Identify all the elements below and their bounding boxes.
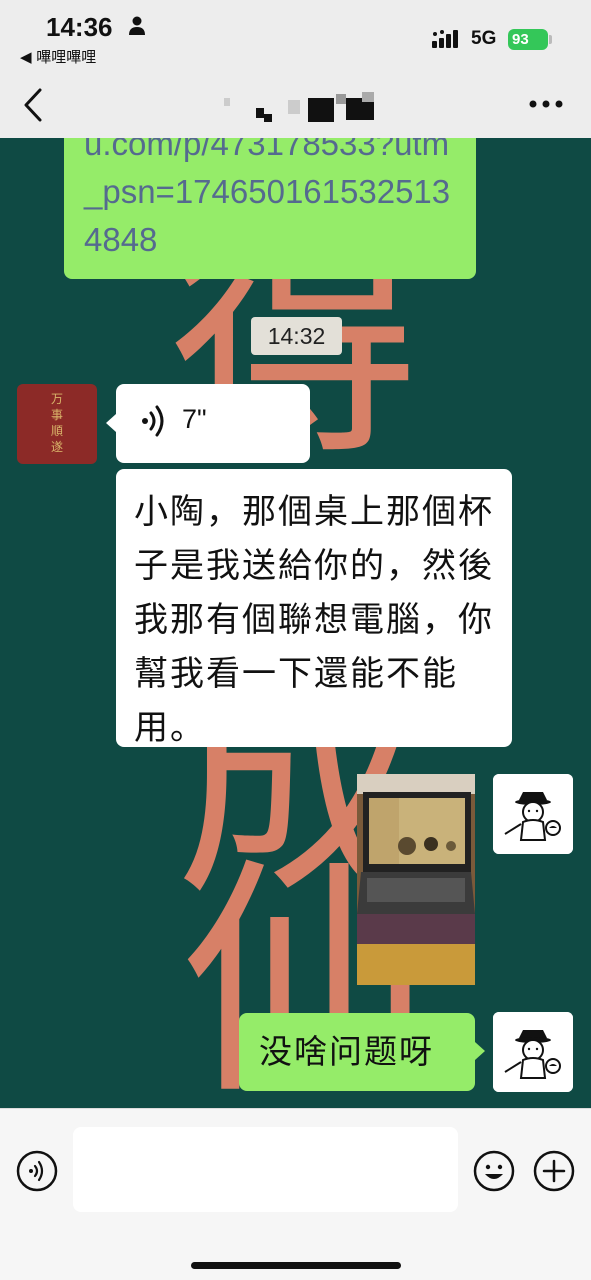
voice-duration: 7" xyxy=(182,404,207,434)
emoji-icon[interactable] xyxy=(473,1150,515,1192)
reply-message-bubble[interactable]: 没啥问题呀 xyxy=(239,1013,475,1091)
home-indicator[interactable] xyxy=(191,1262,401,1269)
cartoon-avatar-icon xyxy=(493,774,573,854)
text-message-bubble[interactable]: 小陶，那個桌上那個杯子是我送給你的，然後我那有個聯想電腦，你幫我看一下還能不能用… xyxy=(116,469,512,748)
chat-header xyxy=(0,76,591,138)
clock-time: 14:36 xyxy=(46,12,113,42)
chat-message-list[interactable]: 得 成 仙 u.com/p/473178533?utm_psn=17465016… xyxy=(0,138,591,1108)
back-icon[interactable] xyxy=(20,86,48,124)
person-icon xyxy=(129,16,145,35)
avatar-char: 事 xyxy=(51,408,64,422)
link-message-bubble[interactable]: u.com/p/473178533?utm_psn=17465016153251… xyxy=(64,138,476,279)
laptop-photo-message[interactable] xyxy=(357,774,475,985)
plus-icon[interactable] xyxy=(533,1150,575,1192)
battery-level: 93 xyxy=(508,29,548,50)
status-bar: 14:36 ◀ 嗶哩嗶哩 5G 93 xyxy=(0,0,591,76)
laptop-photo xyxy=(357,774,475,985)
voice-input-icon[interactable] xyxy=(16,1150,58,1192)
avatar-char: 順 xyxy=(51,424,64,438)
battery-icon xyxy=(549,35,552,44)
network-type: 5G xyxy=(471,28,497,49)
my-avatar[interactable] xyxy=(493,774,573,854)
my-avatar[interactable] xyxy=(493,1012,573,1092)
avatar-char: 遂 xyxy=(51,440,64,454)
bubble-tail xyxy=(475,1042,485,1060)
more-options-icon[interactable] xyxy=(528,99,564,109)
signal-icon xyxy=(432,30,458,48)
message-input-bar xyxy=(0,1108,591,1280)
cartoon-avatar-icon xyxy=(493,1012,573,1092)
message-input[interactable] xyxy=(73,1127,458,1212)
bubble-tail xyxy=(106,414,116,432)
contact-avatar[interactable]: 万 事 順 遂 xyxy=(17,384,97,464)
message-timestamp: 14:32 xyxy=(251,317,342,355)
voice-message-bubble[interactable]: 7" xyxy=(116,384,310,463)
voice-wave-icon xyxy=(142,405,164,437)
chat-title-redacted xyxy=(224,92,374,122)
avatar-char: 万 xyxy=(51,392,64,406)
back-to-app-link[interactable]: ◀ 嗶哩嗶哩 xyxy=(20,46,96,67)
